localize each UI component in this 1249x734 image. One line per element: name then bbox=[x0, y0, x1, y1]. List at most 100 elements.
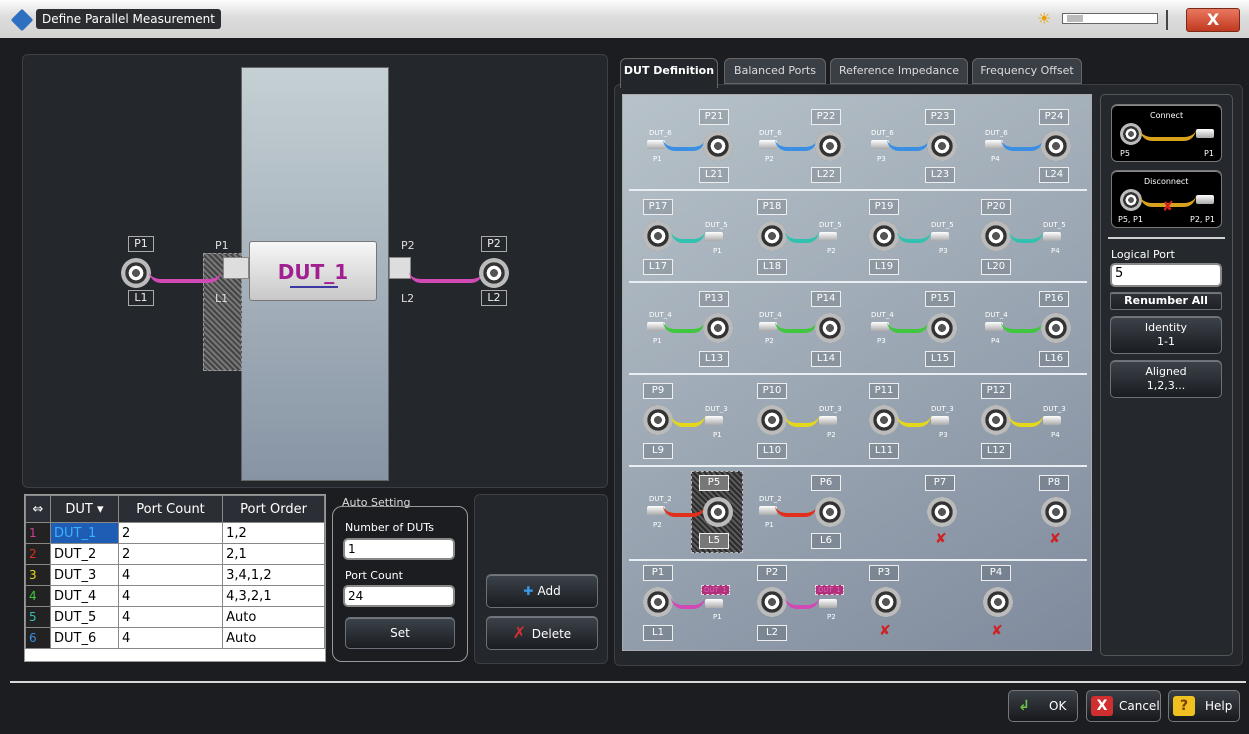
dut-table[interactable]: ⇔ DUT ▾ Port Count Port Order 1 DUT_1 2 1,2… bbox=[24, 494, 326, 662]
brightness-slider[interactable] bbox=[1062, 13, 1158, 24]
connector-icon[interactable] bbox=[1041, 497, 1071, 527]
ok-icon: ↲ bbox=[1018, 698, 1030, 714]
connector-icon bbox=[1120, 189, 1142, 211]
connector-icon[interactable] bbox=[983, 587, 1013, 617]
port-count-label: Port Count bbox=[345, 569, 403, 582]
add-button[interactable]: ✚ Add bbox=[486, 574, 598, 608]
unconnected-icon: ✘ bbox=[991, 623, 1003, 639]
logic-label: L19 bbox=[869, 259, 899, 275]
port-label: P17 bbox=[643, 199, 673, 215]
logic-label: L20 bbox=[981, 259, 1011, 275]
connector-icon[interactable] bbox=[703, 131, 733, 161]
tab-reference-impedance[interactable]: Reference Impedance bbox=[830, 58, 968, 84]
dut-box: DUT_1 bbox=[249, 241, 377, 301]
port-label: P9 bbox=[643, 383, 673, 399]
add-icon: ✚ bbox=[523, 584, 538, 598]
connector-icon[interactable] bbox=[815, 313, 845, 343]
table-row[interactable]: 6 DUT_6 4 Auto bbox=[25, 627, 325, 649]
port-label: P7 bbox=[925, 475, 955, 491]
unconnected-icon: ✘ bbox=[935, 531, 947, 547]
delete-icon: ✗ bbox=[512, 623, 532, 642]
logic-label: L5 bbox=[699, 533, 729, 549]
connector-icon[interactable] bbox=[757, 221, 787, 251]
renumber-all-button[interactable]: Renumber All bbox=[1110, 292, 1222, 310]
connector-icon[interactable] bbox=[981, 405, 1011, 435]
port-label: P21 bbox=[699, 109, 729, 125]
connector-icon[interactable] bbox=[927, 497, 957, 527]
help-button[interactable]: ? Help bbox=[1168, 690, 1240, 722]
connector-icon[interactable] bbox=[1041, 131, 1071, 161]
table-row[interactable]: 2 DUT_2 2 2,1 bbox=[25, 543, 325, 565]
port-label: P24 bbox=[1039, 109, 1069, 125]
connector-icon[interactable] bbox=[981, 221, 1011, 251]
dut-schematic-panel: P1 L1 P1 L1 DUT_1 P2 L2 P2 L2 bbox=[22, 54, 608, 488]
ok-button[interactable]: ↲ OK bbox=[1008, 690, 1078, 722]
port-label-right: P2 bbox=[481, 236, 507, 252]
connect-button[interactable]: Connect P5 P1 bbox=[1111, 104, 1222, 162]
logic-label: L15 bbox=[925, 351, 955, 367]
logic-label: L24 bbox=[1039, 167, 1069, 183]
dut-logic-left: L1 bbox=[215, 292, 229, 305]
table-row[interactable]: 4 DUT_4 4 4,3,2,1 bbox=[25, 585, 325, 607]
connector-icon[interactable] bbox=[643, 221, 673, 251]
delete-button[interactable]: ✗ Delete bbox=[486, 616, 598, 650]
port-label: P15 bbox=[925, 291, 955, 307]
logical-port-input[interactable]: 5 bbox=[1110, 263, 1222, 287]
connector-icon bbox=[121, 258, 151, 288]
logic-label-right: L2 bbox=[481, 290, 507, 306]
port-label: P12 bbox=[981, 383, 1011, 399]
tab-frequency-offset[interactable]: Frequency Offset bbox=[972, 58, 1082, 84]
swap-icon[interactable]: ⇔ bbox=[25, 495, 51, 523]
brightness-icon: ☀ bbox=[1037, 9, 1052, 28]
disconnect-button[interactable]: Disconnect ✘ P5, P1 P2, P1 bbox=[1111, 170, 1222, 228]
port-label: P8 bbox=[1039, 475, 1069, 491]
connector-icon[interactable] bbox=[703, 497, 733, 527]
connector-icon[interactable] bbox=[815, 497, 845, 527]
identity-button[interactable]: Identity 1-1 bbox=[1110, 316, 1222, 354]
connector-icon[interactable] bbox=[757, 587, 787, 617]
col-port-count: Port Count bbox=[117, 495, 224, 523]
connector-icon[interactable] bbox=[869, 405, 899, 435]
dut-name: DUT_1 bbox=[277, 260, 349, 284]
logic-label: L9 bbox=[643, 443, 673, 459]
set-button[interactable]: Set bbox=[345, 617, 455, 649]
num-duts-input[interactable]: 1 bbox=[343, 538, 455, 560]
connector-icon[interactable] bbox=[643, 405, 673, 435]
logic-label: L16 bbox=[1039, 351, 1069, 367]
cancel-button[interactable]: X Cancel bbox=[1086, 690, 1161, 722]
port-label: P20 bbox=[981, 199, 1011, 215]
port-label: P14 bbox=[811, 291, 841, 307]
connector-icon[interactable] bbox=[815, 131, 845, 161]
connector-icon bbox=[479, 258, 509, 288]
connector-icon[interactable] bbox=[757, 405, 787, 435]
connector-icon[interactable] bbox=[871, 587, 901, 617]
connector-icon[interactable] bbox=[1041, 313, 1071, 343]
logic-label: L17 bbox=[643, 259, 673, 275]
connector-icon[interactable] bbox=[703, 313, 733, 343]
connector-icon[interactable] bbox=[643, 587, 673, 617]
cable-right bbox=[409, 271, 483, 283]
port-label: P4 bbox=[981, 565, 1011, 581]
help-icon: ? bbox=[1173, 696, 1195, 716]
col-dut[interactable]: DUT ▾ bbox=[50, 495, 119, 523]
port-label: P3 bbox=[869, 565, 899, 581]
cancel-icon: X bbox=[1091, 696, 1113, 716]
dut-plug-right bbox=[389, 257, 411, 279]
port-count-input[interactable]: 24 bbox=[343, 585, 455, 607]
logic-label: L23 bbox=[925, 167, 955, 183]
table-row[interactable]: 1 DUT_1 2 1,2 bbox=[25, 522, 325, 544]
aligned-button[interactable]: Aligned 1,2,3... bbox=[1110, 360, 1222, 398]
disconnect-x-icon: ✘ bbox=[1162, 199, 1174, 215]
table-row[interactable]: 5 DUT_5 4 Auto bbox=[25, 606, 325, 628]
cable-left bbox=[149, 271, 221, 283]
tab-balanced-ports[interactable]: Balanced Ports bbox=[724, 58, 826, 84]
port-label: P11 bbox=[869, 383, 899, 399]
connector-icon[interactable] bbox=[927, 131, 957, 161]
tab-dut-definition[interactable]: DUT Definition bbox=[620, 58, 718, 88]
close-button[interactable]: X bbox=[1186, 8, 1240, 32]
table-row[interactable]: 3 DUT_3 4 3,4,1,2 bbox=[25, 564, 325, 586]
logic-label: L2 bbox=[757, 625, 787, 641]
connector-icon[interactable] bbox=[927, 313, 957, 343]
connector-icon[interactable] bbox=[869, 221, 899, 251]
logical-port-label: Logical Port bbox=[1111, 248, 1175, 261]
